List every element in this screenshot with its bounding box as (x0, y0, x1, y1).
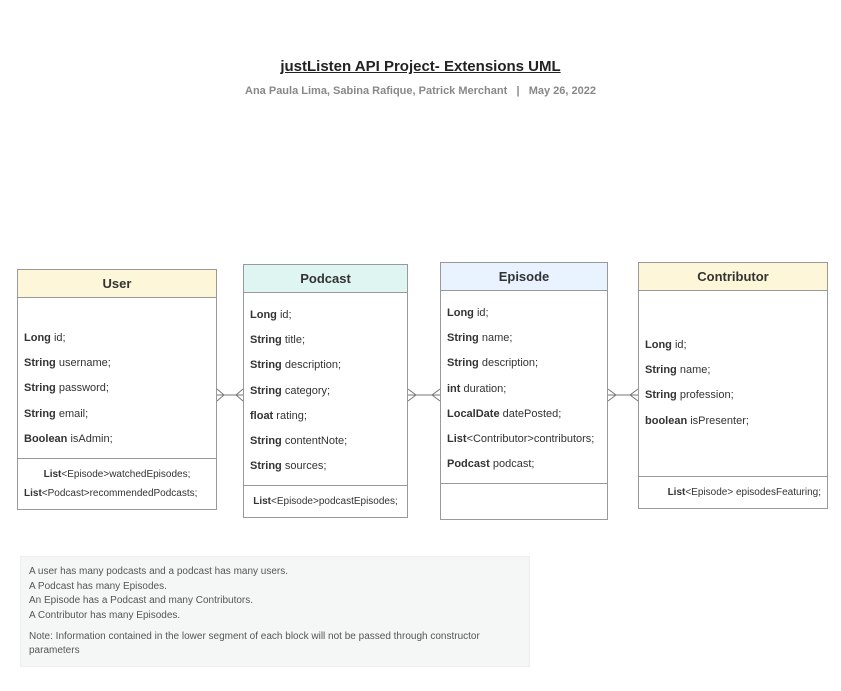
attr-name: rating; (276, 410, 307, 422)
attr-name: duration; (464, 383, 507, 395)
attr-type: Long (250, 309, 277, 321)
class-episode: Episode Long id; String name; String des… (440, 262, 608, 520)
attr-name: <Contributor>contributors; (467, 433, 595, 445)
attr-name: profession; (680, 389, 734, 401)
attr-name: id; (675, 339, 687, 351)
attr-type: List (447, 433, 467, 445)
attr-type: LocalDate (447, 408, 500, 420)
attr-type: String (645, 389, 677, 401)
attr-type: boolean (645, 415, 687, 427)
attr-name: name; (680, 364, 711, 376)
class-episode-title: Episode (441, 263, 607, 291)
class-contributor: Contributor Long id; String name; String… (638, 262, 828, 509)
class-podcast: Podcast Long id; String title; String de… (243, 264, 408, 518)
note-line: A Contributor has many Episodes. (29, 609, 521, 623)
attr-name: username; (59, 357, 111, 369)
attr-type: String (250, 385, 282, 397)
note-line: Note: Information contained in the lower… (29, 630, 521, 657)
attr-name: name; (482, 332, 513, 344)
attr-name: sources; (285, 460, 327, 472)
attr-name: id; (54, 332, 66, 344)
attr-type: Long (447, 307, 474, 319)
foot-type: List (24, 488, 42, 499)
attr-type: String (250, 359, 282, 371)
foot-generic: <Episode>podcastEpisodes; (271, 496, 398, 507)
page-subtitle: Ana Paula Lima, Sabina Rafique, Patrick … (0, 85, 841, 97)
attr-name: category; (285, 385, 330, 397)
attr-type: String (24, 382, 56, 394)
attr-name: description; (285, 359, 341, 371)
class-contributor-title: Contributor (639, 263, 827, 291)
attr-type: float (250, 410, 273, 422)
attr-name: title; (285, 334, 305, 346)
attr-type: String (250, 460, 282, 472)
notes-panel: A user has many podcasts and a podcast h… (20, 556, 530, 667)
attr-type: String (24, 408, 56, 420)
attr-type: String (645, 364, 677, 376)
note-line: A Podcast has many Episodes. (29, 580, 521, 594)
class-podcast-title: Podcast (244, 265, 407, 293)
page-title: justListen API Project- Extensions UML (0, 58, 841, 75)
attr-name: contentNote; (285, 435, 347, 447)
class-user: User Long id; String username; String pa… (17, 269, 217, 510)
class-user-title: User (18, 270, 216, 298)
attr-name: password; (59, 382, 109, 394)
attr-name: email; (59, 408, 88, 420)
foot-generic: <Episode>watchedEpisodes; (61, 469, 190, 480)
attr-type: Long (24, 332, 51, 344)
attr-type: Long (645, 339, 672, 351)
foot-type: List (668, 487, 686, 498)
attr-type: int (447, 383, 460, 395)
foot-generic: <Episode> episodesFeaturing; (685, 487, 821, 498)
date: May 26, 2022 (529, 85, 596, 97)
note-line: An Episode has a Podcast and many Contri… (29, 594, 521, 608)
sep: | (516, 85, 519, 97)
attr-name: id; (280, 309, 292, 321)
attr-name: id; (477, 307, 489, 319)
attr-type: String (250, 334, 282, 346)
attr-name: description; (482, 357, 538, 369)
attr-type: String (447, 357, 479, 369)
foot-type: List (253, 496, 271, 507)
note-line: A user has many podcasts and a podcast h… (29, 565, 521, 579)
attr-type: String (250, 435, 282, 447)
foot-type: List (44, 469, 62, 480)
attr-name: isAdmin; (70, 433, 112, 445)
authors: Ana Paula Lima, Sabina Rafique, Patrick … (245, 85, 507, 97)
attr-type: String (447, 332, 479, 344)
attr-name: datePosted; (503, 408, 562, 420)
attr-type: String (24, 357, 56, 369)
attr-name: isPresenter; (690, 415, 749, 427)
attr-type: Podcast (447, 458, 490, 470)
foot-generic: <Podcast>recommendedPodcasts; (42, 488, 198, 499)
attr-type: Boolean (24, 433, 67, 445)
attr-name: podcast; (493, 458, 535, 470)
